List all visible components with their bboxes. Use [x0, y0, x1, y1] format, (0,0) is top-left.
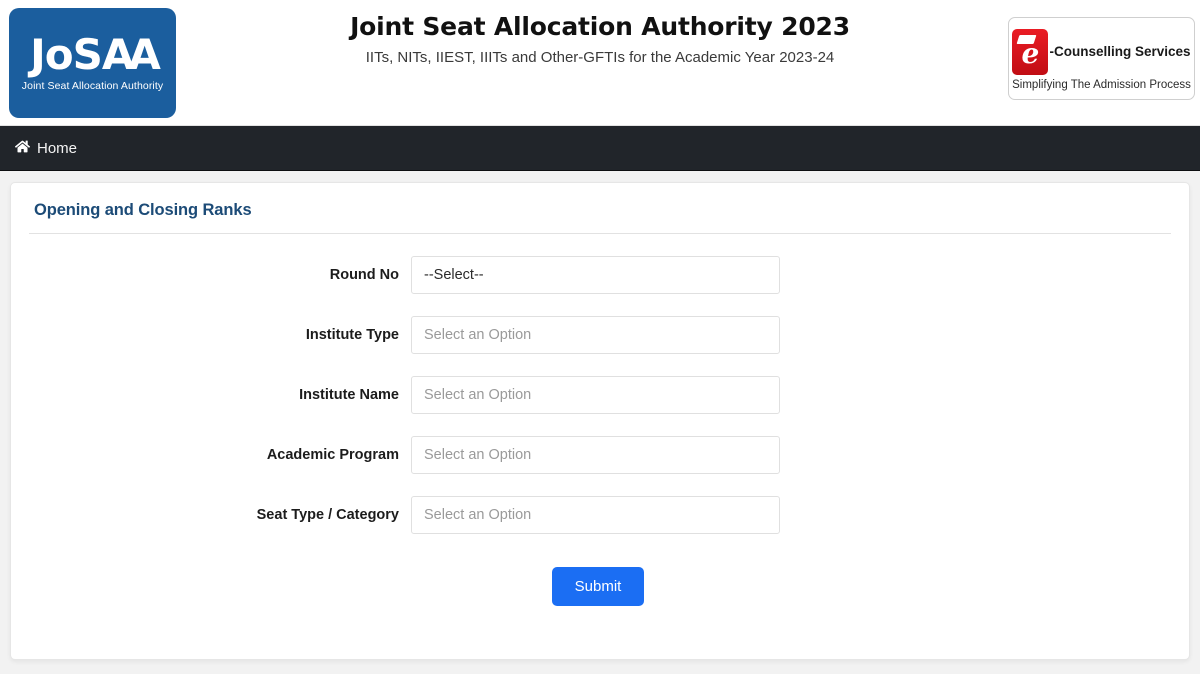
form-row-round-no: Round No --Select-- — [29, 256, 1171, 294]
label-round-no: Round No — [329, 267, 399, 283]
label-institute-type: Institute Type — [305, 327, 399, 343]
opening-closing-ranks-card: Opening and Closing Ranks Round No --Sel… — [10, 182, 1190, 660]
form-row-academic-program: Academic Program Select an Option — [29, 436, 1171, 474]
nav-item-home-label: Home — [37, 139, 78, 157]
label-academic-program: Academic Program — [266, 447, 399, 463]
seat-type-category-select[interactable]: Select an Option — [411, 496, 780, 534]
card-divider — [29, 233, 1171, 234]
card-title: Opening and Closing Ranks — [34, 201, 252, 219]
form-row-institute-type: Institute Type Select an Option — [29, 316, 1171, 354]
page-body: Opening and Closing Ranks Round No --Sel… — [0, 171, 1200, 674]
site-header: JoSAA Joint Seat Allocation Authority Jo… — [0, 0, 1200, 126]
ecounselling-name-row: e -Counselling Services — [1012, 28, 1191, 75]
home-icon — [14, 139, 31, 158]
institute-type-select[interactable]: Select an Option — [411, 316, 780, 354]
academic-program-select[interactable]: Select an Option — [411, 436, 780, 474]
main-navbar: Home — [0, 126, 1200, 171]
submit-row: Submit — [29, 567, 1171, 606]
label-institute-name: Institute Name — [299, 387, 399, 403]
ecounselling-tagline: Simplifying The Admission Process — [1012, 78, 1191, 91]
form-row-institute-name: Institute Name Select an Option — [29, 376, 1171, 414]
round-no-select[interactable]: --Select-- — [411, 256, 780, 294]
graduation-cap-shape — [1017, 34, 1037, 44]
ecounselling-e-letter: e — [1021, 37, 1040, 70]
institute-name-select[interactable]: Select an Option — [411, 376, 780, 414]
label-seat-type-category: Seat Type / Category — [256, 507, 399, 523]
submit-button[interactable]: Submit — [551, 567, 645, 606]
graduation-cap-e-icon: e — [1012, 28, 1049, 75]
josaa-logo-tagline: Joint Seat Allocation Authority — [21, 80, 164, 92]
ecounselling-services-logo: e -Counselling Services Simplifying The … — [1008, 17, 1195, 100]
form-row-seat-type-category: Seat Type / Category Select an Option — [29, 496, 1171, 534]
nav-item-home[interactable]: Home — [14, 139, 78, 158]
ecounselling-name: -Counselling Services — [1049, 44, 1191, 59]
